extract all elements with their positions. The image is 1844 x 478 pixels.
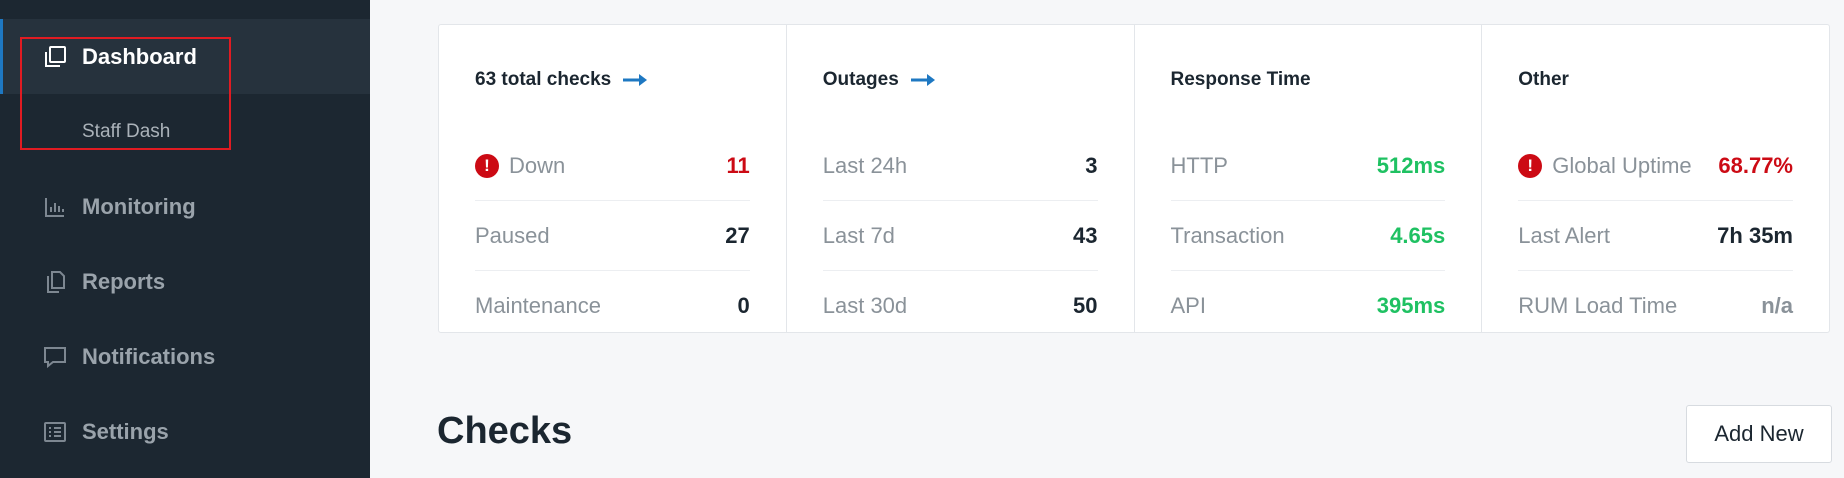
checks-header[interactable]: 63 total checks [475, 65, 750, 95]
stats-column-other: Other ! Global Uptime 68.77% Last Alert … [1482, 25, 1829, 332]
stat-label: API [1170, 293, 1206, 318]
stat-row-rum-load-time: RUM Load Time n/a [1518, 271, 1793, 341]
sidebar-item-settings[interactable]: Settings [0, 394, 370, 470]
stat-row-down[interactable]: ! Down 11 [475, 131, 750, 201]
sidebar-item-label: Dashboard [82, 43, 197, 69]
chat-bubble-icon [42, 344, 68, 370]
other-header: Other [1518, 65, 1793, 95]
stat-row-last-24h: Last 24h 3 [822, 131, 1098, 201]
sidebar-item-notifications[interactable]: Notifications [0, 319, 370, 395]
stat-label: Transaction [1170, 222, 1285, 248]
stat-value: 395ms [1376, 293, 1446, 318]
sidebar-item-dashboard[interactable]: Dashboard [0, 19, 370, 94]
stat-value: 27 [725, 222, 750, 248]
reports-icon [42, 269, 68, 295]
sidebar-item-label: Reports [82, 269, 166, 294]
stat-value: 50 [1073, 293, 1098, 318]
stat-value: 0 [737, 293, 750, 318]
arrow-right-icon[interactable] [623, 72, 649, 88]
sidebar-item-label: Settings [82, 419, 169, 444]
sidebar-subitem-label: Staff Dash [82, 121, 171, 142]
sidebar-item-monitoring[interactable]: Monitoring [0, 169, 370, 245]
stat-label: Last Alert [1518, 222, 1610, 248]
outages-title: Outages [822, 69, 899, 90]
stat-label: Down [509, 152, 566, 178]
stat-label: Paused [475, 222, 550, 248]
arrow-right-icon[interactable] [910, 72, 937, 88]
stat-label: Maintenance [475, 293, 601, 318]
sidebar-item-reports[interactable]: Reports [0, 244, 370, 320]
sidebar-item-label: Notifications [82, 344, 216, 369]
stat-value: 68.77% [1718, 152, 1793, 178]
stat-value: n/a [1761, 293, 1793, 318]
stats-column-outages: Outages Last 24h 3 Last 7d 43 Last 30d 5… [787, 25, 1135, 332]
stat-row-last-7d: Last 7d 43 [822, 201, 1098, 271]
stat-label: Last 24h [822, 152, 908, 178]
sidebar: Dashboard Staff Dash Monitoring Reports [0, 0, 370, 478]
stat-row-last-alert: Last Alert 7h 35m [1518, 201, 1793, 271]
stat-label: Global Uptime [1552, 152, 1692, 178]
stats-panel: 63 total checks ! Down 11 Paused 27 Main… [438, 24, 1830, 333]
stat-row-api: API 395ms [1171, 271, 1446, 341]
dashboard-icon [42, 44, 68, 70]
stat-label: HTTP [1170, 152, 1228, 178]
stats-column-response-time: Response Time HTTP 512ms Transaction 4.6… [1135, 25, 1483, 332]
stat-label: Last 7d [822, 222, 895, 248]
add-new-button[interactable]: Add New [1686, 405, 1832, 463]
stat-label: RUM Load Time [1518, 293, 1678, 318]
stat-row-transaction: Transaction 4.65s [1170, 201, 1446, 271]
stats-column-checks: 63 total checks ! Down 11 Paused 27 Main… [439, 25, 787, 332]
stat-value: 7h 35m [1717, 222, 1793, 248]
stat-row-global-uptime: ! Global Uptime 68.77% [1518, 131, 1793, 201]
sidebar-item-label: Monitoring [82, 194, 196, 219]
other-title: Other [1518, 69, 1569, 90]
stat-value: 512ms [1376, 152, 1446, 178]
outages-header[interactable]: Outages [823, 65, 1098, 95]
stat-row-last-30d: Last 30d 50 [823, 271, 1098, 341]
list-icon [42, 419, 68, 445]
bar-chart-icon [42, 194, 68, 220]
checks-title: 63 total checks [475, 69, 612, 90]
stat-value: 3 [1085, 152, 1098, 178]
stat-value: 4.65s [1390, 222, 1446, 248]
response-time-header: Response Time [1171, 65, 1446, 95]
stat-row-http: HTTP 512ms [1170, 131, 1446, 201]
stat-row-maintenance[interactable]: Maintenance 0 [475, 271, 750, 341]
stat-label: Last 30d [822, 293, 908, 318]
response-time-title: Response Time [1170, 69, 1311, 90]
alert-icon: ! [475, 153, 499, 178]
stat-value: 43 [1073, 222, 1098, 248]
stat-row-paused[interactable]: Paused 27 [475, 201, 750, 271]
checks-section-title: Checks [437, 410, 573, 452]
stat-value: 11 [726, 152, 750, 178]
sidebar-item-staff-dash[interactable]: Staff Dash [0, 94, 370, 170]
alert-icon: ! [1518, 153, 1543, 178]
